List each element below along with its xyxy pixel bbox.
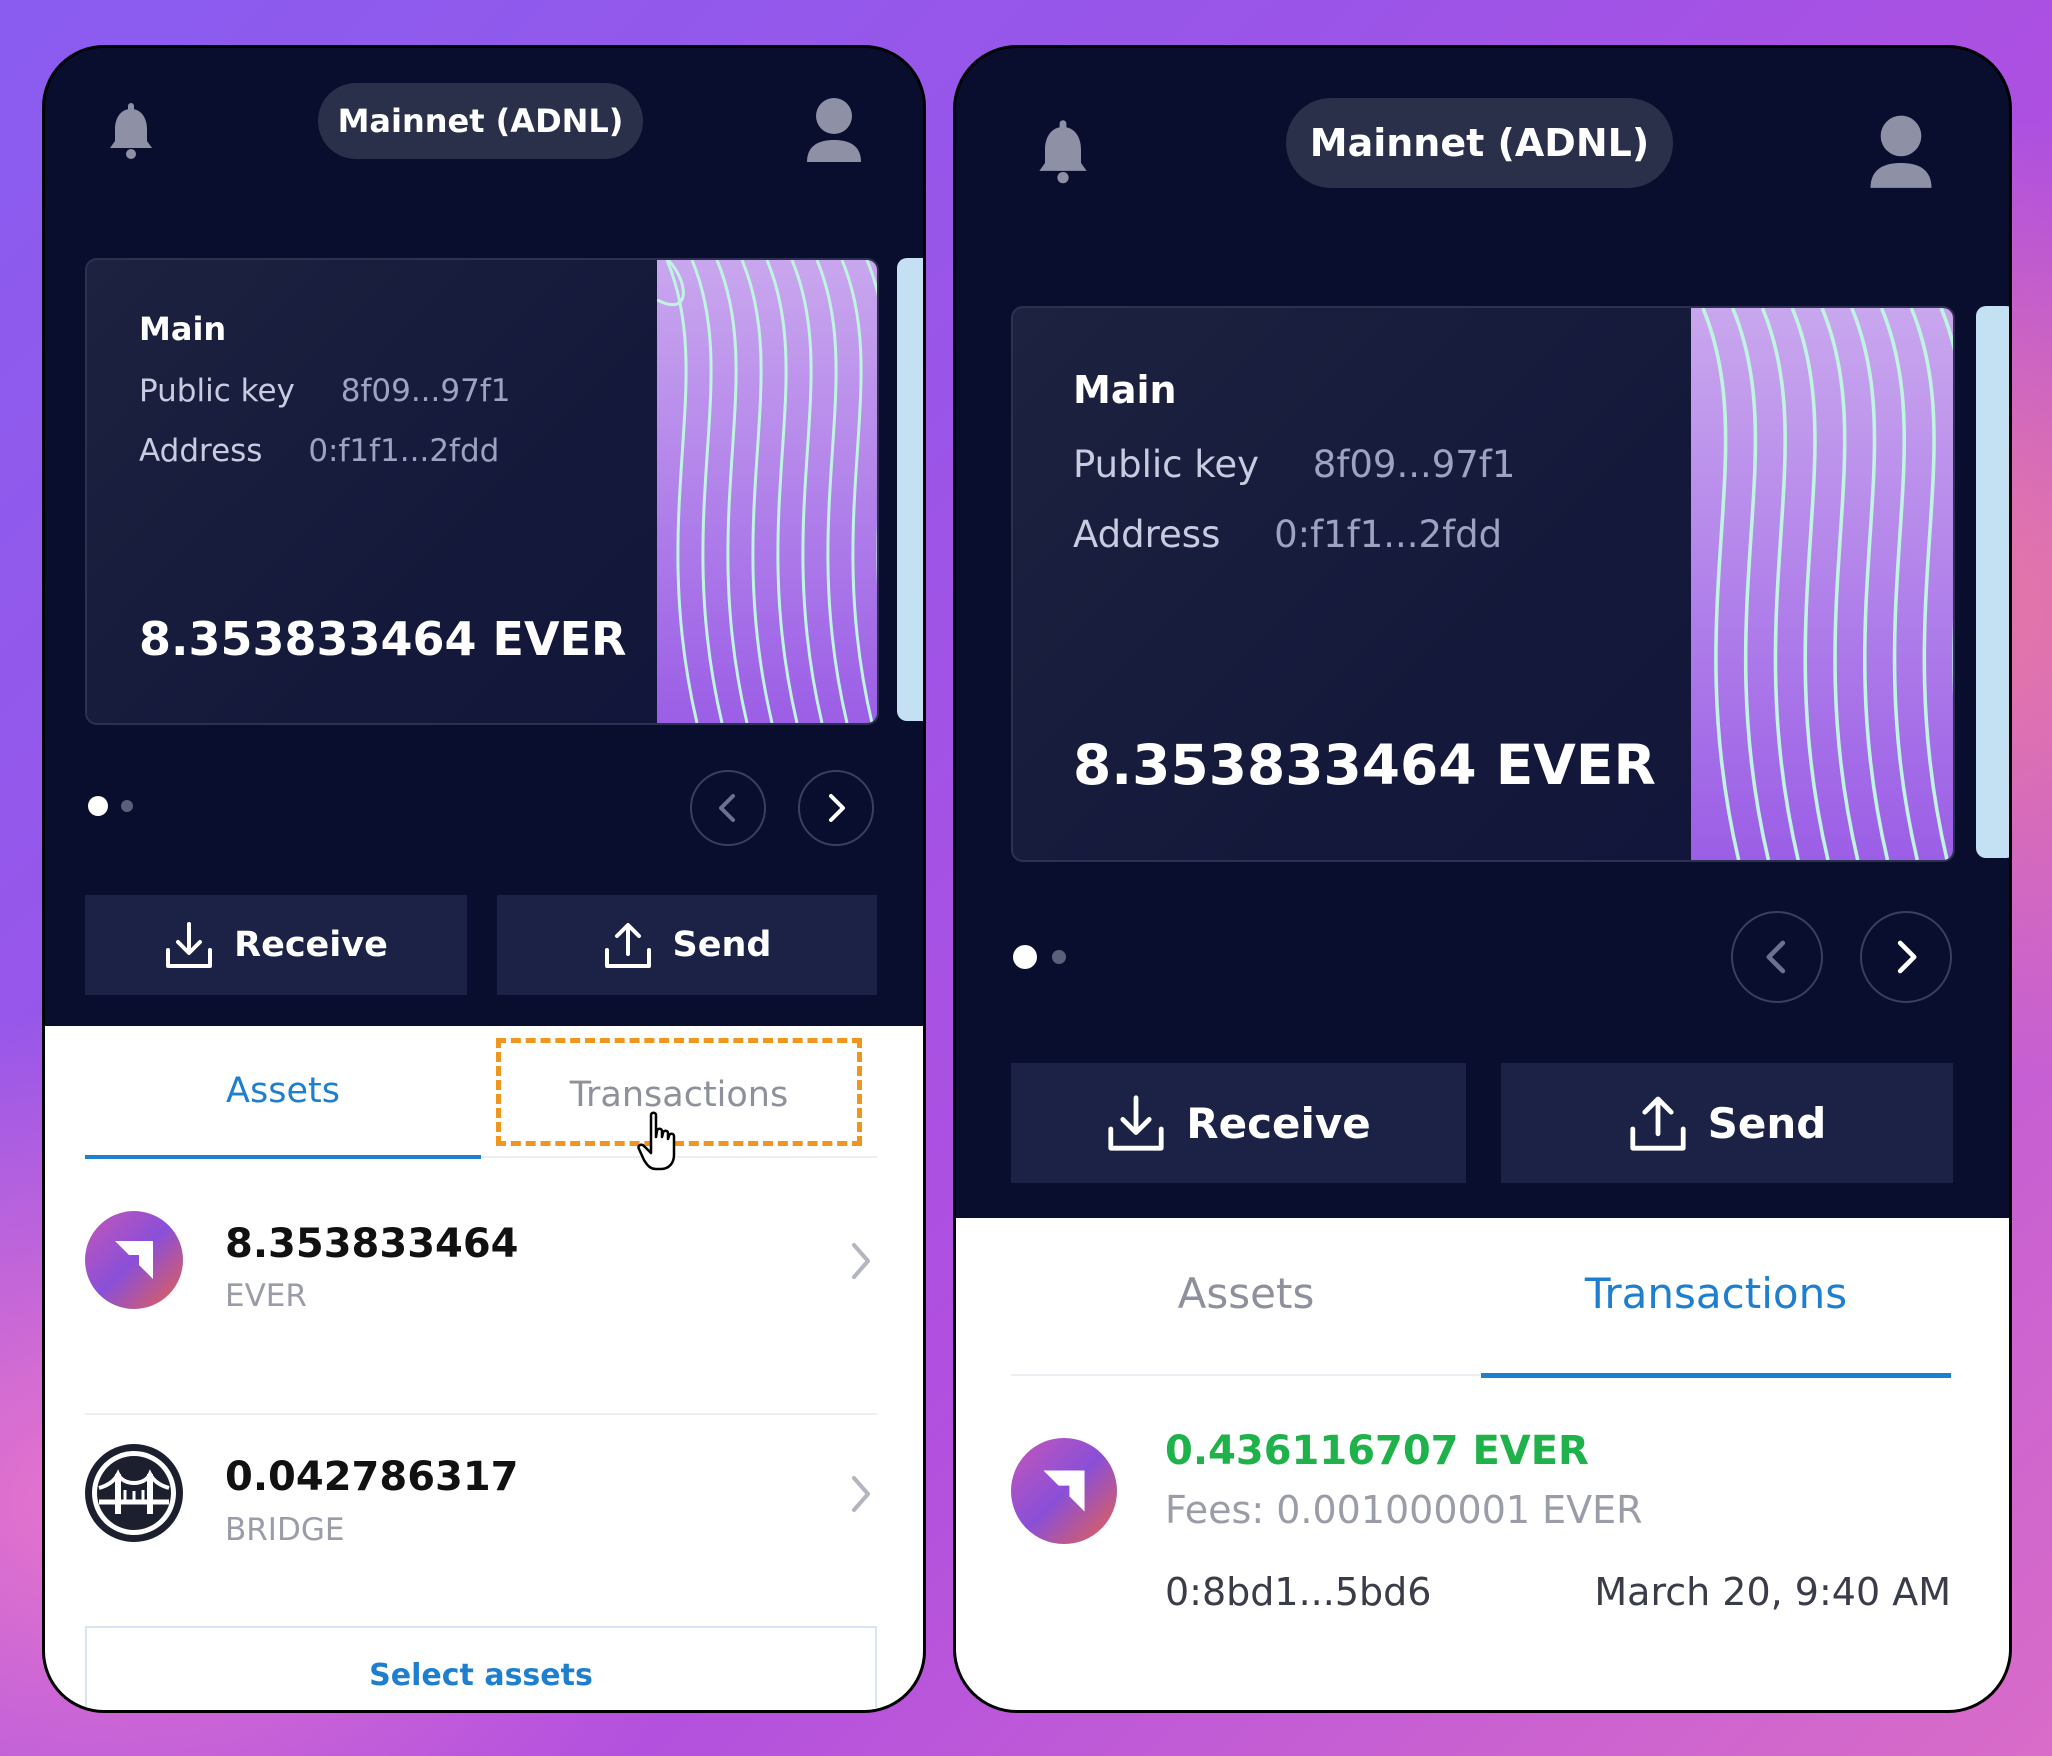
chevron-left-icon <box>719 794 735 822</box>
send-label: Send <box>672 925 772 965</box>
upload-icon <box>1630 1096 1686 1151</box>
send-button[interactable]: Send <box>1501 1063 1953 1183</box>
account-balance: 8.353833464 EVER <box>1073 733 1656 797</box>
address-label: Address <box>139 433 263 469</box>
transaction-item[interactable]: 0.436116707 EVER Fees: 0.001000001 EVER … <box>1011 1408 1951 1628</box>
transaction-date: March 20, 9:40 AM <box>1594 1570 1951 1614</box>
pointer-cursor-icon <box>637 1111 687 1175</box>
transaction-amount: 0.436116707 EVER <box>1165 1428 1589 1474</box>
next-card-peek[interactable] <box>897 258 923 721</box>
pagination-dot[interactable] <box>1052 950 1066 964</box>
account-name: Main <box>1073 368 1177 412</box>
tabs-divider <box>1011 1374 1481 1376</box>
next-card-peek[interactable] <box>1976 306 2009 858</box>
content-sheet: Assets Transactions <box>956 1218 2009 1710</box>
public-key-label: Public key <box>1073 443 1260 486</box>
receive-button[interactable]: Receive <box>1011 1063 1466 1183</box>
public-key-value[interactable]: 8f09...97f1 <box>341 373 511 409</box>
asset-ticker: BRIDGE <box>225 1512 345 1548</box>
chevron-right-icon <box>852 1476 870 1512</box>
receive-button[interactable]: Receive <box>85 895 467 995</box>
tab-assets[interactable]: Assets <box>1011 1218 1481 1378</box>
tab-transactions-label: Transactions <box>1584 1269 1848 1318</box>
transaction-fees: Fees: 0.001000001 EVER <box>1165 1488 1643 1532</box>
network-selector[interactable]: Mainnet (ADNL) <box>1286 98 1673 188</box>
pagination-dot-active[interactable] <box>1013 945 1037 969</box>
tab-active-indicator <box>1481 1373 1951 1378</box>
user-icon[interactable] <box>1866 113 1936 195</box>
next-card-button[interactable] <box>798 770 874 846</box>
chevron-right-icon <box>829 794 845 822</box>
asset-ticker: EVER <box>225 1278 307 1314</box>
public-key-value[interactable]: 8f09...97f1 <box>1313 443 1516 486</box>
upload-icon <box>604 923 651 968</box>
next-card-button[interactable] <box>1860 911 1952 1003</box>
card-wave-pattern <box>656 260 877 723</box>
chevron-right-icon <box>1897 940 1917 974</box>
receive-label: Receive <box>1186 1098 1371 1148</box>
account-card[interactable]: Main Public key 8f09...97f1 Address 0:f1… <box>1011 306 1955 862</box>
row-divider <box>85 1413 877 1415</box>
address-label: Address <box>1073 513 1221 556</box>
network-label: Mainnet (ADNL) <box>1309 121 1650 165</box>
wallet-panel-transactions: Mainnet (ADNL) Main Public key 8f09...97… <box>953 45 2012 1713</box>
bell-icon[interactable] <box>107 103 155 163</box>
tab-transactions-label: Transactions <box>569 1075 789 1115</box>
chevron-left-icon <box>1766 940 1786 974</box>
tab-active-indicator <box>85 1155 481 1159</box>
send-button[interactable]: Send <box>497 895 877 995</box>
bell-icon[interactable] <box>1036 120 1090 188</box>
asset-amount: 0.042786317 <box>225 1454 519 1500</box>
account-name: Main <box>139 310 227 348</box>
account-balance: 8.353833464 EVER <box>139 612 627 666</box>
ever-token-icon <box>85 1211 183 1309</box>
pagination-dot[interactable] <box>121 800 133 812</box>
asset-row-ever[interactable]: 8.353833464 EVER <box>85 1181 883 1331</box>
chevron-right-icon <box>852 1243 870 1279</box>
card-wave-pattern <box>1691 308 1953 860</box>
address-value[interactable]: 0:f1f1...2fdd <box>1274 513 1502 556</box>
select-assets-button[interactable]: Select assets <box>85 1626 877 1710</box>
bridge-token-icon <box>85 1444 183 1542</box>
tab-assets-label: Assets <box>1177 1269 1315 1318</box>
address-value[interactable]: 0:f1f1...2fdd <box>308 433 499 469</box>
tab-assets[interactable]: Assets <box>85 1026 481 1161</box>
select-assets-label: Select assets <box>369 1657 593 1693</box>
asset-row-bridge[interactable]: 0.042786317 BRIDGE <box>85 1422 883 1572</box>
network-selector[interactable]: Mainnet (ADNL) <box>318 83 643 159</box>
prev-card-button[interactable] <box>690 770 766 846</box>
account-card[interactable]: Main Public key 8f09...97f1 Address 0:f1… <box>85 258 879 725</box>
download-icon <box>1108 1095 1164 1151</box>
user-icon[interactable] <box>803 96 865 168</box>
prev-card-button[interactable] <box>1731 911 1823 1003</box>
download-icon <box>166 922 213 968</box>
tab-assets-label: Assets <box>226 1071 340 1111</box>
transaction-address[interactable]: 0:8bd1...5bd6 <box>1165 1570 1431 1614</box>
asset-amount: 8.353833464 <box>225 1221 519 1267</box>
receive-label: Receive <box>234 925 388 965</box>
public-key-label: Public key <box>139 373 295 409</box>
network-label: Mainnet (ADNL) <box>337 102 624 140</box>
tab-transactions[interactable]: Transactions <box>1481 1218 1951 1378</box>
wallet-panel-assets: Mainnet (ADNL) Main Public key 8f09...97… <box>42 45 926 1713</box>
send-label: Send <box>1707 1098 1827 1148</box>
pagination-dot-active[interactable] <box>88 796 108 816</box>
ever-token-icon <box>1011 1438 1117 1544</box>
content-sheet: Assets Transactions <box>45 1026 923 1710</box>
